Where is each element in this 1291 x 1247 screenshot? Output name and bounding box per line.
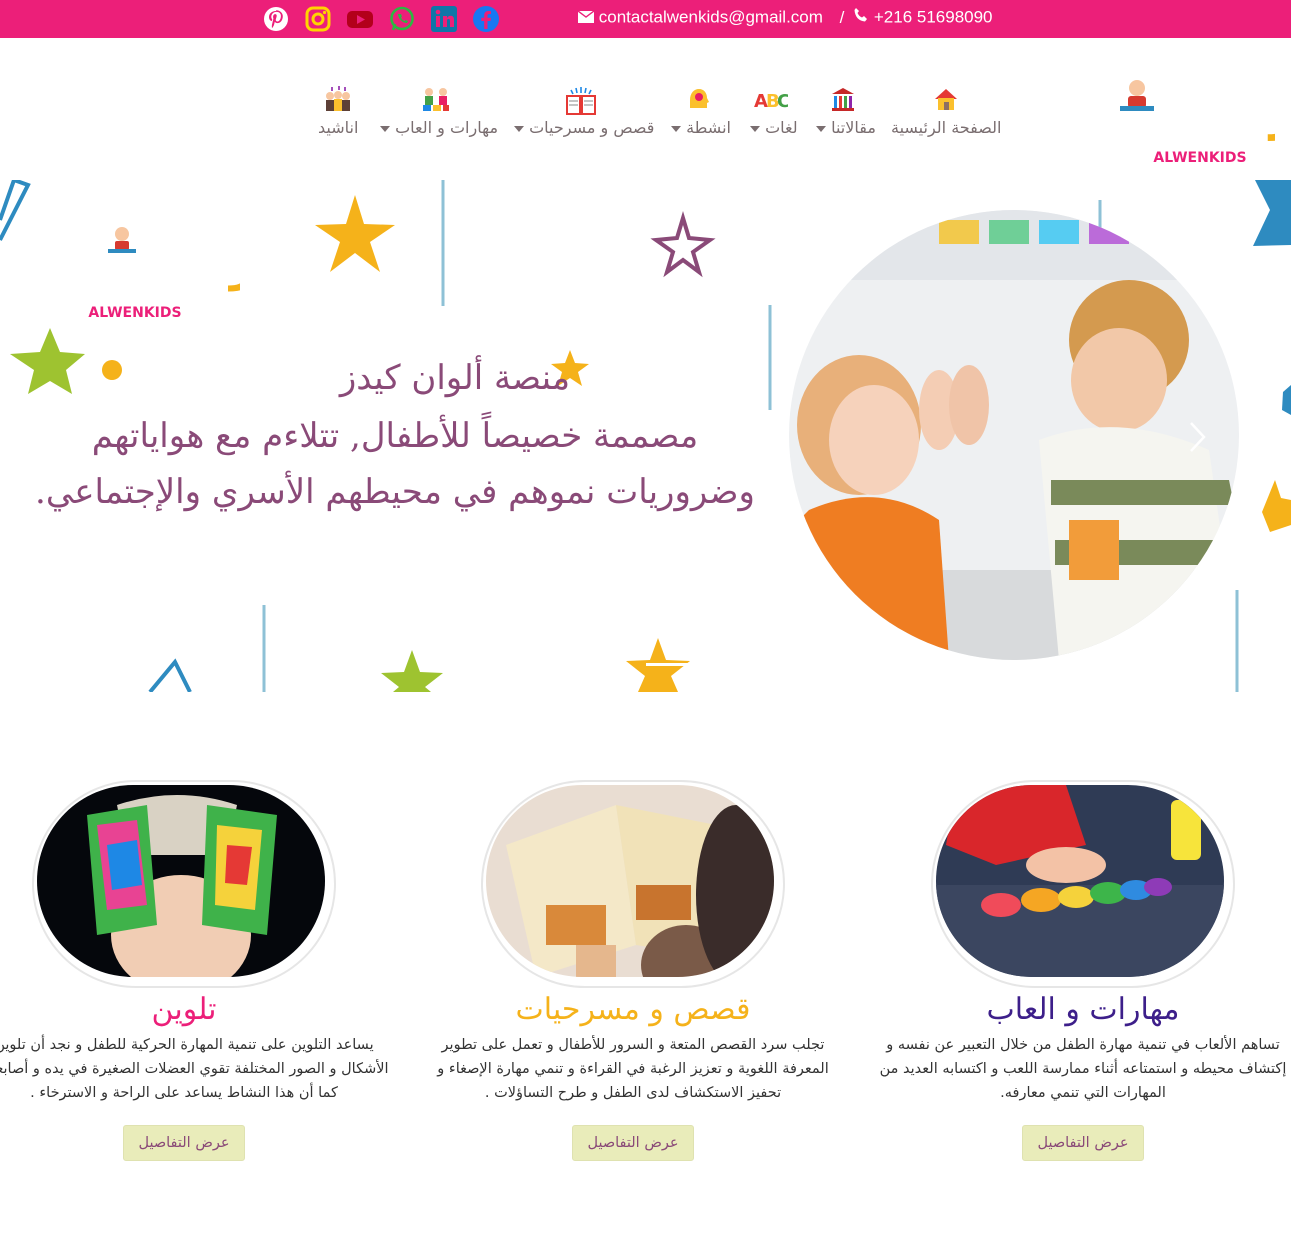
nav-item-stories[interactable]: قصص و مسرحيات: [508, 86, 654, 137]
linkedin-icon[interactable]: [430, 5, 458, 33]
card-title: مهارات و العاب: [986, 992, 1180, 1027]
hero-logo: ألوان كيدز ALWENKIDS: [88, 227, 240, 321]
phone-icon: [853, 8, 874, 27]
nav-label: الصفحة الرئيسية: [891, 118, 1002, 137]
nav-item-home[interactable]: الصفحة الرئيسية: [891, 86, 1001, 137]
view-details-button[interactable]: عرض التفاصيل: [123, 1125, 245, 1161]
contact-separator: /: [839, 7, 845, 27]
activity-head-icon: [665, 86, 731, 112]
nav-label: لغات: [765, 118, 798, 137]
hero-subtitle-line2: وضروريات نموهم في محيطهم الأسري والإجتما…: [35, 472, 755, 512]
contact-email[interactable]: contactalwenkids@gmail.com: [599, 8, 823, 27]
top-bar: contactalwenkids@gmail.com / +216 516980…: [0, 0, 1291, 38]
logo-arabic-text: ألوان كيدز: [1267, 74, 1275, 141]
nav-label: مهارات و العاب: [395, 118, 499, 137]
home-icon: [891, 86, 1001, 112]
books-icon: [810, 86, 876, 112]
hero-image: [789, 210, 1239, 660]
nav-label: مقالاتنا: [831, 118, 876, 137]
abc-icon: ABC: [744, 86, 798, 112]
whatsapp-icon[interactable]: [388, 5, 416, 33]
contact-info: contactalwenkids@gmail.com / +216 516980…: [577, 7, 993, 28]
youtube-icon[interactable]: [346, 5, 374, 33]
facebook-icon[interactable]: [472, 5, 500, 33]
slider-next-arrow[interactable]: [1188, 420, 1208, 458]
instagram-icon[interactable]: [304, 5, 332, 33]
chevron-down-icon: [816, 125, 826, 132]
chevron-down-icon: [380, 125, 390, 132]
singers-icon: [318, 86, 358, 112]
card-description: تساهم الألعاب في تنمية مهارة الطفل من خل…: [879, 1037, 1287, 1101]
nav-item-languages[interactable]: ABC لغات: [744, 86, 798, 137]
feature-card-stories: قصص و مسرحيات تجلب سرد القصص المتعة و ال…: [413, 780, 853, 1161]
nav-item-activities[interactable]: انشطة: [665, 86, 731, 137]
card-title: قصص و مسرحيات: [515, 992, 751, 1027]
view-details-button[interactable]: عرض التفاصيل: [1022, 1125, 1144, 1161]
hero-slider: ألوان كيدز ALWENKIDS منصة ألوان كيدز مصم…: [0, 180, 1291, 692]
card-image: [32, 780, 336, 988]
nav-item-articles[interactable]: مقالاتنا: [810, 86, 876, 137]
logo-latin-text: ALWENKIDS: [1153, 150, 1246, 166]
chevron-down-icon: [750, 125, 760, 132]
nav-label: قصص و مسرحيات: [529, 118, 655, 137]
nav-label: اناشيد: [318, 118, 359, 137]
kids-blocks-icon: [374, 86, 498, 112]
hero-logo-arabic: ألوان كيدز: [228, 232, 240, 292]
features-section: مهارات و العاب تساهم الألعاب في تنمية مه…: [0, 780, 1291, 1200]
site-logo[interactable]: ألوان كيدز ALWENKIDS: [1020, 66, 1291, 170]
chevron-down-icon: [671, 125, 681, 132]
card-description: تجلب سرد القصص المتعة و السرور للأطفال و…: [437, 1037, 829, 1101]
nav-item-songs[interactable]: اناشيد: [318, 86, 358, 137]
slider-indicator[interactable]: [646, 663, 690, 666]
hero-logo-latin: ALWENKIDS: [88, 305, 181, 321]
card-image: [481, 780, 785, 988]
contact-phone[interactable]: +216 51698090: [874, 8, 993, 27]
card-description: يساعد التلوين على تنمية المهارة الحركية …: [0, 1037, 389, 1101]
card-title: تلوين: [151, 992, 217, 1027]
feature-card-coloring: تلوين يساعد التلوين على تنمية المهارة ال…: [0, 780, 404, 1161]
nav-item-skills-games[interactable]: مهارات و العاب: [374, 86, 498, 137]
nav-label: انشطة: [686, 118, 731, 137]
feature-card-skills-games: مهارات و العاب تساهم الألعاب في تنمية مه…: [863, 780, 1291, 1161]
hero-title: منصة ألوان كيدز: [339, 358, 571, 398]
main-nav: الصفحة الرئيسية مقالاتنا ABC لغات انشطة …: [0, 86, 1010, 156]
card-image: [931, 780, 1235, 988]
open-book-icon: [508, 86, 654, 115]
pinterest-icon[interactable]: [262, 5, 290, 33]
chevron-down-icon: [514, 125, 524, 132]
hero-subtitle-line1: مصممة خصيصاً للأطفال, تتلاءم مع هواياتهم: [91, 416, 699, 456]
svg-text:C: C: [777, 91, 788, 112]
view-details-button[interactable]: عرض التفاصيل: [572, 1125, 694, 1161]
envelope-icon: [577, 8, 599, 27]
social-links: [262, 5, 500, 33]
